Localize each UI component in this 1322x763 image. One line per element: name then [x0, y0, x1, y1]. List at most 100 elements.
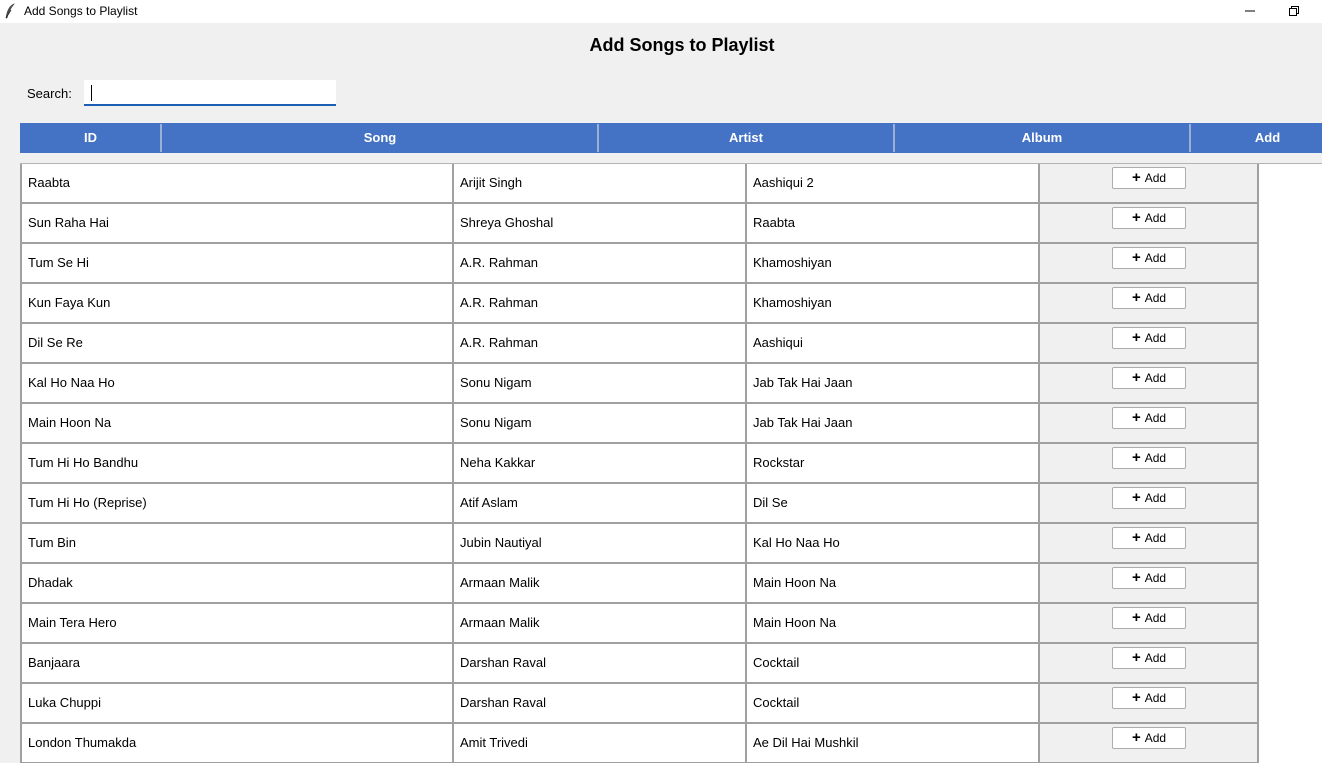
add-button-label: Add	[1144, 171, 1167, 185]
album-cell: Kal Ho Naa Ho	[747, 524, 1040, 564]
app-window: Add Songs to Playlist Add Songs to Playl…	[0, 0, 1322, 763]
table-row: Main Tera Hero Armaan Malik Main Hoon Na + A…	[20, 604, 1259, 644]
window-title: Add Songs to Playlist	[24, 4, 138, 18]
add-button-label: Add	[1144, 611, 1167, 625]
album-cell: Khamoshiyan	[747, 284, 1040, 324]
album-cell: Cocktail	[747, 644, 1040, 684]
artist-cell: A.R. Rahman	[454, 284, 747, 324]
plus-icon: +	[1131, 489, 1141, 506]
header-id[interactable]: ID	[20, 123, 161, 153]
header-album[interactable]: Album	[895, 123, 1189, 153]
plus-icon: +	[1131, 169, 1141, 186]
restore-button[interactable]	[1272, 0, 1316, 23]
song-cell: Kun Faya Kun	[20, 284, 454, 324]
add-song-button[interactable]: + Add	[1112, 247, 1186, 269]
artist-cell: Sonu Nigam	[454, 404, 747, 444]
add-song-button[interactable]: + Add	[1112, 287, 1186, 309]
add-song-button[interactable]: + Add	[1112, 447, 1186, 469]
add-cell: + Add	[1040, 284, 1259, 324]
add-button-label: Add	[1144, 691, 1167, 705]
plus-icon: +	[1131, 209, 1141, 226]
add-cell: + Add	[1040, 164, 1259, 204]
add-song-button[interactable]: + Add	[1112, 167, 1186, 189]
add-cell: + Add	[1040, 324, 1259, 364]
search-input[interactable]	[84, 80, 336, 106]
artist-cell: Atif Aslam	[454, 484, 747, 524]
header-artist[interactable]: Artist	[599, 123, 893, 153]
add-song-button[interactable]: + Add	[1112, 407, 1186, 429]
page-title: Add Songs to Playlist	[589, 35, 775, 55]
album-cell: Main Hoon Na	[747, 564, 1040, 604]
song-cell: Main Tera Hero	[20, 604, 454, 644]
song-cell: Luka Chuppi	[20, 684, 454, 724]
add-song-button[interactable]: + Add	[1112, 687, 1186, 709]
title-bar: Add Songs to Playlist	[0, 0, 1322, 23]
album-cell: Ae Dil Hai Mushkil	[747, 724, 1040, 763]
minimize-button[interactable]	[1228, 0, 1272, 23]
artist-cell: Armaan Malik	[454, 604, 747, 644]
add-button-label: Add	[1144, 291, 1167, 305]
album-cell: Cocktail	[747, 684, 1040, 724]
artist-cell: Darshan Raval	[454, 684, 747, 724]
add-cell: + Add	[1040, 204, 1259, 244]
add-button-label: Add	[1144, 251, 1167, 265]
add-button-label: Add	[1144, 531, 1167, 545]
song-cell: Kal Ho Naa Ho	[20, 364, 454, 404]
album-cell: Rockstar	[747, 444, 1040, 484]
artist-cell: Arijit Singh	[454, 164, 747, 204]
album-cell: Dil Se	[747, 484, 1040, 524]
artist-cell: A.R. Rahman	[454, 324, 747, 364]
plus-icon: +	[1131, 289, 1141, 306]
table-row: Dhadak Armaan Malik Main Hoon Na + Add	[20, 564, 1259, 604]
artist-cell: Darshan Raval	[454, 644, 747, 684]
plus-icon: +	[1131, 609, 1141, 626]
song-table: Raabta Arijit Singh Aashiqui 2 + Add Sun Raha…	[20, 163, 1322, 763]
song-cell: Tum Bin	[20, 524, 454, 564]
add-button-label: Add	[1144, 211, 1167, 225]
table-row: Tum Bin Jubin Nautiyal Kal Ho Naa Ho + Add	[20, 524, 1259, 564]
album-cell: Raabta	[747, 204, 1040, 244]
add-cell: + Add	[1040, 644, 1259, 684]
search-label: Search:	[27, 86, 72, 101]
table-row: Sun Raha Hai Shreya Ghoshal Raabta + Add	[20, 204, 1259, 244]
add-cell: + Add	[1040, 244, 1259, 284]
song-cell: Tum Se Hi	[20, 244, 454, 284]
header-song[interactable]: Song	[162, 123, 598, 153]
add-song-button[interactable]: + Add	[1112, 607, 1186, 629]
song-cell: Banjaara	[20, 644, 454, 684]
add-song-button[interactable]: + Add	[1112, 207, 1186, 229]
add-cell: + Add	[1040, 524, 1259, 564]
plus-icon: +	[1131, 529, 1141, 546]
album-cell: Aashiqui	[747, 324, 1040, 364]
add-cell: + Add	[1040, 724, 1259, 763]
song-cell: Dil Se Re	[20, 324, 454, 364]
plus-icon: +	[1131, 649, 1141, 666]
plus-icon: +	[1131, 369, 1141, 386]
song-cell: London Thumakda	[20, 724, 454, 763]
add-button-label: Add	[1144, 411, 1167, 425]
plus-icon: +	[1131, 689, 1141, 706]
add-song-button[interactable]: + Add	[1112, 367, 1186, 389]
add-song-button[interactable]: + Add	[1112, 727, 1186, 749]
add-song-button[interactable]: + Add	[1112, 327, 1186, 349]
artist-cell: Sonu Nigam	[454, 364, 747, 404]
album-cell: Main Hoon Na	[747, 604, 1040, 644]
add-cell: + Add	[1040, 364, 1259, 404]
header-add[interactable]: Add	[1191, 123, 1322, 153]
table-row: Luka Chuppi Darshan Raval Cocktail + Add	[20, 684, 1259, 724]
add-button-label: Add	[1144, 451, 1167, 465]
artist-cell: Amit Trivedi	[454, 724, 747, 763]
restore-icon	[1289, 3, 1299, 21]
add-song-button[interactable]: + Add	[1112, 647, 1186, 669]
song-cell: Dhadak	[20, 564, 454, 604]
add-cell: + Add	[1040, 684, 1259, 724]
add-cell: + Add	[1040, 564, 1259, 604]
table-row: Kal Ho Naa Ho Sonu Nigam Jab Tak Hai Jaan +…	[20, 364, 1259, 404]
add-song-button[interactable]: + Add	[1112, 567, 1186, 589]
table-row: Kun Faya Kun A.R. Rahman Khamoshiyan + Add	[20, 284, 1259, 324]
add-song-button[interactable]: + Add	[1112, 487, 1186, 509]
text-caret	[91, 85, 92, 101]
album-cell: Aashiqui 2	[747, 164, 1040, 204]
add-song-button[interactable]: + Add	[1112, 527, 1186, 549]
artist-cell: A.R. Rahman	[454, 244, 747, 284]
